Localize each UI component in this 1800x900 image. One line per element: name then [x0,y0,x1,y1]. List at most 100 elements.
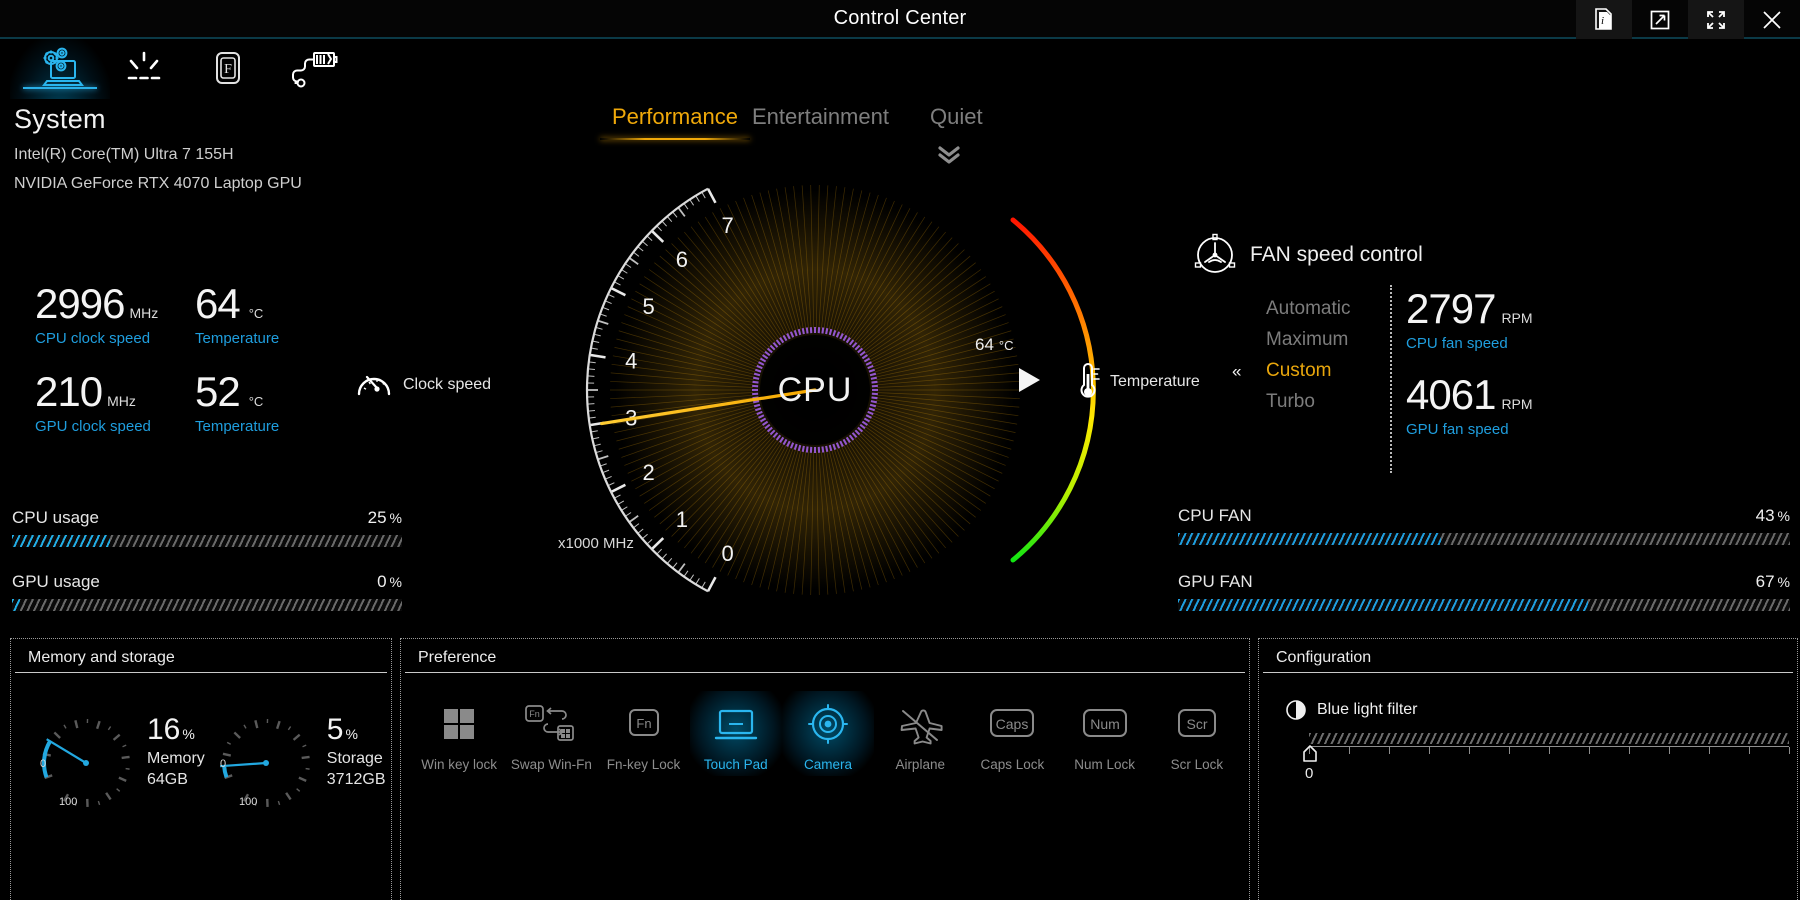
pref-label: Swap Win-Fn [511,757,592,772]
svg-text:Caps: Caps [996,716,1029,732]
pref-label: Fn-key Lock [607,757,681,772]
gpu-metric-row: 210 MHz GPU clock speed 52°C Temperature [35,371,365,435]
blue-light-filter-row: Blue light filter 0 [1265,683,1791,758]
cpu-fan-value: 43% [1756,506,1790,526]
cpu-fan-bar [1178,533,1790,545]
pref-scr-lock[interactable]: Scr Scr Lock [1151,691,1243,776]
pref-fn-key-lock[interactable]: Fn Fn-key Lock [597,691,689,776]
slider-ticks [1309,746,1789,758]
svg-text:4: 4 [625,348,637,373]
svg-text:0: 0 [722,541,734,566]
slider-value: 0 [1305,765,1313,782]
pref-label: Airplane [895,757,945,772]
cpu-temp-value: 64 [195,283,240,325]
pref-swap-win-fn[interactable]: Fn [505,691,597,776]
temperature-legend-label: Temperature [1110,373,1200,391]
restore-icon[interactable] [1632,0,1688,39]
cpu-usage-label: CPU usage [12,508,99,528]
gpu-clock-value: 210 [35,371,102,413]
pref-label: Caps Lock [981,757,1045,772]
win-key-lock-icon [437,699,481,749]
fan-mode-turbo[interactable]: Turbo [1218,386,1388,417]
thermometer-icon [1075,362,1101,402]
pref-airplane[interactable]: Airplane [874,691,966,776]
blue-light-filter-slider[interactable]: 0 [1309,733,1789,758]
cpu-temp-label: Temperature [195,330,335,347]
gpu-temp-label: Temperature [195,418,335,435]
cpu-usage-bar-fill [12,535,110,547]
cpu-fan-label: CPU FAN [1178,506,1252,526]
gpu-fan-speed-readout: 4061RPM GPU fan speed [1406,374,1796,438]
performance-mode-tabs: Performance Entertainment Quiet [600,100,1200,160]
tab-quiet[interactable]: Quiet [918,100,995,134]
temperature-marker [1019,368,1040,392]
memory-label: Memory [147,750,205,768]
gpu-clock-label: GPU clock speed [35,418,195,435]
svg-text:7: 7 [722,213,734,238]
info-icon[interactable]: i [1576,0,1632,39]
svg-text:Fn: Fn [636,716,651,731]
system-info: System Intel(R) Core(TM) Ultra 7 155H NV… [14,104,302,193]
pref-camera[interactable]: Camera [782,691,874,776]
close-icon[interactable] [1744,0,1800,39]
gpu-clock-unit: MHz [107,393,136,409]
cpu-fan-speed-readout: 2797RPM CPU fan speed [1406,288,1796,352]
pref-label: Win key lock [421,757,497,772]
fan-readouts: 2797RPM CPU fan speed 4061RPM GPU fan sp… [1406,288,1796,460]
main-toolbar: F [0,39,1800,99]
svg-text:Fn: Fn [530,709,541,719]
cpu-fan-speed-unit: RPM [1501,310,1532,326]
storage-dial-icon: 0 100 [211,701,321,811]
configuration-panel-title: Configuration [1276,649,1371,667]
pref-label: Touch Pad [704,757,768,772]
fan-mode-automatic[interactable]: Automatic [1218,293,1388,324]
svg-text:i: i [1601,15,1604,27]
gauge-scale-unit: x1000 MHz [558,535,634,552]
cpu-fan-bar-fill [1178,533,1441,545]
pref-num-lock[interactable]: Num Num Lock [1059,691,1151,776]
fn-key-lock-icon: Fn [622,699,666,749]
pref-touch-pad[interactable]: Touch Pad [690,691,782,776]
cpu-temp-unit: °C [249,306,264,321]
cpu-hub: CPU [760,335,870,445]
gpu-usage-label: GPU usage [12,572,100,592]
fan-control-title: FAN speed control [1250,243,1423,267]
fan-divider [1390,285,1392,473]
cpu-temp-metric: 64 °C Temperature [195,283,335,347]
memory-gauge: 0 100 16% Memory 64GB [31,701,205,811]
scr-lock-icon: Scr [1171,699,1223,749]
preference-panel-title: Preference [418,649,496,667]
storage-percent: 5% [327,715,386,745]
gauge-temp-reading: 64°C [975,335,1014,355]
fan-mode-maximum[interactable]: Maximum [1218,324,1388,355]
preference-panel: Preference Win ke [400,638,1250,900]
memory-capacity: 64GB [147,771,205,789]
svg-text:2: 2 [643,460,655,485]
cpu-metric-row: 2996MHz CPU clock speed 64°C Temperature [35,283,365,347]
svg-text:F: F [224,62,232,77]
maximize-icon[interactable] [1688,0,1744,39]
chevron-double-down-icon[interactable] [935,144,963,171]
gpu-temp-metric: 52°C Temperature [195,371,335,435]
gpu-usage-bar [12,599,402,611]
metrics-panel: 2996MHz CPU clock speed 64°C Temperature… [35,283,365,459]
fan-mode-custom[interactable]: « Custom [1218,355,1388,386]
tab-performance[interactable]: Performance [600,100,750,134]
moon-icon [1285,699,1307,721]
fan-icon [1192,232,1238,278]
cpu-clock-unit: MHz [129,305,158,321]
touchpad-icon [712,699,760,749]
control-center-window: Control Center i [0,0,1800,900]
cpu-fan-speed-value: 2797 [1406,285,1495,332]
power-battery-icon[interactable] [262,39,362,99]
pref-win-key-lock[interactable]: Win key lock [413,691,505,776]
memory-storage-panel: Memory and storage 0 100 16% Memory [10,638,392,900]
title-bar: Control Center i [0,0,1800,39]
system-heading: System [14,104,302,135]
pref-caps-lock[interactable]: Caps Caps Lock [966,691,1058,776]
blue-light-filter-label: Blue light filter [1317,701,1418,719]
slider-track[interactable] [1309,733,1789,744]
configuration-panel: Configuration Blue light filter [1258,638,1798,900]
cpu-clock-label: CPU clock speed [35,330,195,347]
tab-entertainment[interactable]: Entertainment [740,100,901,134]
